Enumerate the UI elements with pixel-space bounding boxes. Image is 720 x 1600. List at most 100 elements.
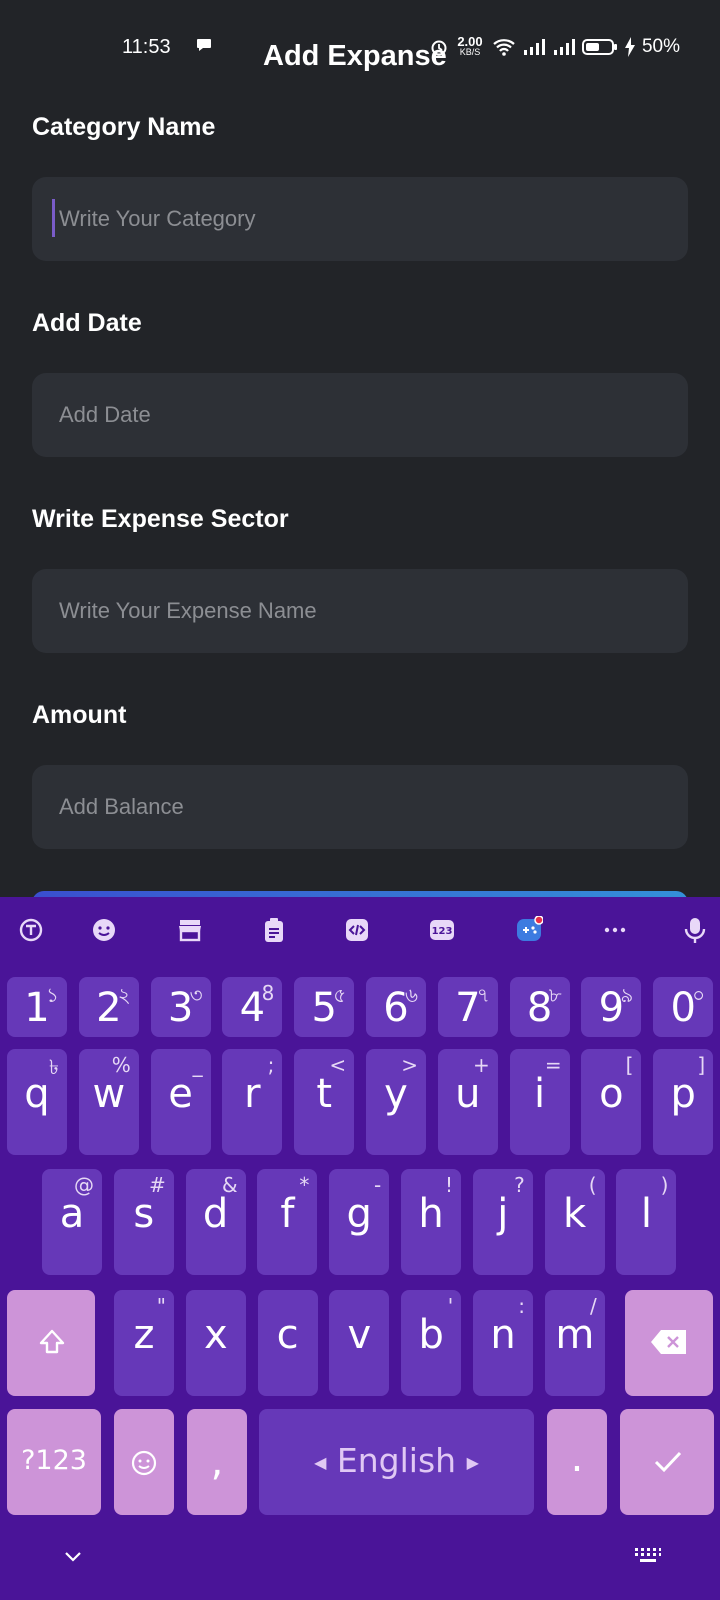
key-label: i [534,1071,546,1117]
emoji-icon[interactable] [89,915,119,945]
key-i[interactable]: i = [509,1049,570,1155]
sector-input[interactable]: Write Your Expense Name [32,569,688,653]
numbers-icon[interactable]: 123 [427,915,457,945]
key-alt-label: - [373,1173,382,1197]
date-placeholder: Add Date [59,402,151,427]
key-y[interactable]: y > [366,1049,426,1155]
code-icon[interactable] [342,915,372,945]
key-8[interactable]: 8৮ [509,977,570,1037]
key-v[interactable]: v [329,1290,390,1396]
comma-key[interactable]: , [187,1409,247,1515]
key-e[interactable]: e _ [150,1049,211,1155]
keyboard-switch-icon[interactable] [634,1547,662,1563]
store-icon[interactable] [175,915,205,945]
key-j[interactable]: j? [472,1169,533,1275]
date-label: Add Date [32,309,142,337]
key-m[interactable]: m / [544,1290,605,1396]
category-input[interactable]: Write Your Category [32,177,688,261]
status-bar: 11:53 Add Expanse 2.00 KB/S 50% [0,0,720,92]
key-alt-label: ২ [117,983,131,1007]
page-title: Add Expanse [263,40,447,72]
key-2[interactable]: 2২ [78,977,139,1037]
sector-placeholder: Write Your Expense Name [59,598,317,623]
key-u[interactable]: u + [437,1049,498,1155]
key-label: v [347,1312,372,1358]
amount-input[interactable]: Add Balance [32,765,688,849]
backspace-icon [651,1330,686,1354]
key-alt-label: / [590,1294,597,1318]
key-alt-label: [ [625,1053,634,1077]
backspace-key[interactable] [625,1290,713,1396]
key-alt-label: ৳ [49,1055,59,1079]
key-alt-label: ৭ [476,983,490,1007]
key-label: o [599,1071,624,1117]
key-4[interactable]: 48 [222,977,283,1037]
key-alt-label: _ [192,1053,203,1077]
key-q[interactable]: q ৳ [7,1049,67,1155]
key-1[interactable]: 1১ [7,977,67,1037]
clipboard-icon[interactable] [259,915,289,945]
key-alt-label: ! [444,1173,453,1197]
space-key[interactable]: ◀ English ▶ [259,1409,534,1515]
wifi-icon [493,39,515,56]
translate-icon[interactable] [16,915,46,945]
keyboard-toolbar: 123 [0,897,720,961]
game-icon[interactable] [514,915,544,945]
key-g[interactable]: g- [329,1169,390,1275]
key-w[interactable]: w% [78,1049,139,1155]
chat-notification-icon [197,39,211,51]
shift-key[interactable] [7,1290,95,1396]
key-l[interactable]: l) [616,1169,677,1275]
symbols-key[interactable]: ?123 [7,1409,101,1515]
key-3[interactable]: 3৩ [150,977,211,1037]
soft-keyboard: 123 1১2২3৩485৫6৬7৭8৮9৯0০ q ৳ w% e _ r; t < y > u + i… [0,897,720,1600]
key-x[interactable]: x [185,1290,246,1396]
period-key[interactable]: . [547,1409,607,1515]
key-label: h [418,1191,444,1237]
key-n[interactable]: n: [473,1290,533,1396]
key-c[interactable]: c [257,1290,318,1396]
key-0[interactable]: 0০ [653,977,714,1037]
key-p[interactable]: p] [653,1049,714,1155]
key-label: m [555,1312,595,1358]
key-b[interactable]: b ' [401,1290,462,1396]
key-r[interactable]: r; [222,1049,283,1155]
key-d[interactable]: d & [185,1169,246,1275]
key-o[interactable]: o[ [581,1049,642,1155]
mic-icon[interactable] [680,915,710,945]
battery-icon [581,39,617,55]
key-label: g [346,1191,372,1237]
key-label: b [418,1312,444,1358]
key-alt-label: ৬ [404,983,418,1007]
space-label: ◀ English ▶ [314,1441,479,1480]
key-alt-label: ] [697,1053,706,1077]
chevron-down-icon[interactable] [64,1551,82,1563]
key-alt-label: ৫ [333,983,347,1007]
key-t[interactable]: t < [294,1049,355,1155]
key-alt-label: ১ [46,983,59,1007]
key-label: y [384,1071,408,1117]
key-h[interactable]: h! [401,1169,461,1275]
amount-placeholder: Add Balance [59,794,184,819]
key-k[interactable]: k( [544,1169,605,1275]
more-icon[interactable] [600,915,630,945]
key-s[interactable]: s # [113,1169,174,1275]
key-f[interactable]: f * [257,1169,318,1275]
key-alt-label: ৯ [620,983,634,1007]
key-7[interactable]: 7৭ [437,977,498,1037]
key-a[interactable]: a @ [42,1169,102,1275]
key-label: l [640,1191,652,1237]
key-9[interactable]: 9৯ [581,977,642,1037]
emoji-key[interactable] [114,1409,174,1515]
enter-key[interactable] [620,1409,714,1515]
key-label: j [497,1191,509,1237]
key-label: e [168,1071,193,1117]
key-5[interactable]: 5৫ [294,977,355,1037]
key-label: r [244,1071,261,1117]
key-alt-label: ; [267,1053,275,1077]
date-input[interactable]: Add Date [32,373,688,457]
key-6[interactable]: 6৬ [366,977,426,1037]
category-placeholder: Write Your Category [59,206,256,231]
key-z[interactable]: z " [114,1290,174,1396]
key-alt-label: # [149,1173,166,1197]
